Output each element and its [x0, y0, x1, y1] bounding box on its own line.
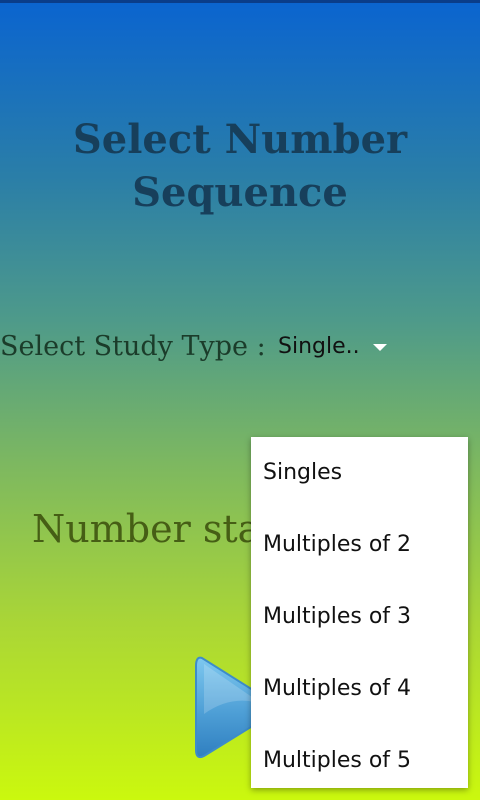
page-title: Select Number Sequence — [72, 116, 408, 216]
study-type-selected-value: Single.. — [278, 334, 360, 359]
study-type-label: Select Study Type : — [0, 331, 266, 362]
dropdown-option-multiples-of-4[interactable]: Multiples of 4 — [251, 653, 468, 725]
number-start-label: Number sta — [32, 507, 261, 551]
dropdown-arrow-icon — [373, 344, 387, 351]
option-label: Multiples of 4 — [263, 676, 412, 701]
option-label: Multiples of 3 — [263, 604, 412, 629]
option-label: Multiples of 5 — [263, 748, 412, 773]
status-bar — [0, 0, 480, 3]
study-type-spinner[interactable]: Single.. — [272, 328, 392, 366]
study-type-dropdown-menu: Singles Multiples of 2 Multiples of 3 Mu… — [251, 437, 468, 788]
dropdown-option-multiples-of-2[interactable]: Multiples of 2 — [251, 509, 468, 581]
option-label: Singles — [263, 460, 343, 485]
dropdown-option-multiples-of-5[interactable]: Multiples of 5 — [251, 725, 468, 788]
dropdown-option-multiples-of-3[interactable]: Multiples of 3 — [251, 581, 468, 653]
option-label: Multiples of 2 — [263, 532, 412, 557]
dropdown-option-singles[interactable]: Singles — [251, 437, 468, 509]
